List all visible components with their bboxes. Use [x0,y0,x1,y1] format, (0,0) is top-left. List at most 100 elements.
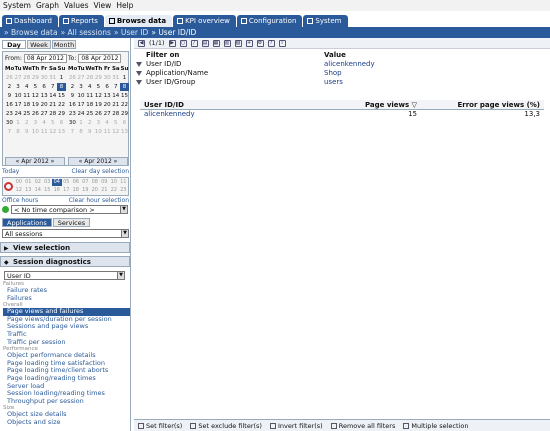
calendar-day[interactable]: 11 [22,92,31,100]
hour-cell[interactable]: 19 [81,187,91,194]
invert-filters-button[interactable]: Invert filter(s) [269,422,323,430]
breadcrumb-browse-data[interactable]: » Browse data [4,28,58,37]
hour-cell[interactable]: 02 [33,179,43,186]
settings-icon[interactable]: ⚙ [256,39,264,47]
tab-week[interactable]: Week [27,40,51,49]
calendar-day[interactable]: 29 [120,110,129,118]
calendar-day[interactable]: 28 [22,74,31,82]
hour-cell[interactable]: 00 [14,179,24,186]
remove-all-filters-button[interactable]: Remove all filters [330,422,395,430]
analysis-item[interactable]: Throughput per session [3,397,130,406]
hour-cell[interactable]: 04 [52,179,62,186]
calendar-day[interactable]: 11 [85,92,94,100]
calendar-day[interactable]: 14 [111,92,120,100]
back-icon[interactable]: ◀ [138,39,145,47]
calendar-day[interactable]: 12 [94,92,103,100]
filter-value[interactable]: alicenkennedy [324,60,550,69]
zoom-icon[interactable]: + [245,39,253,47]
calendar-day[interactable]: 25 [22,110,31,118]
calendar-day[interactable]: 5 [31,83,40,91]
calendar-day[interactable]: 28 [48,110,57,118]
calendar-day[interactable]: 13 [40,92,49,100]
error-page-views-column-header[interactable]: Error page views (%) [419,100,544,109]
tab-services[interactable]: Services [52,218,91,227]
breadcrumb-all-sessions[interactable]: » All sessions [61,28,111,37]
calendar-day[interactable]: 10 [77,92,86,100]
view-selection-header[interactable]: ▶ View selection [0,242,130,253]
calendar-day[interactable]: 4 [85,83,94,91]
calendar-day[interactable]: 4 [103,119,112,127]
hour-cell[interactable]: 14 [33,187,43,194]
calendar-day[interactable]: 6 [120,119,129,127]
calendar-day[interactable]: 2 [85,119,94,127]
calendar-day[interactable]: 6 [57,119,66,127]
calendar-day[interactable]: 26 [94,110,103,118]
info-icon[interactable]: i [278,39,286,47]
calendar-day[interactable]: 31 [111,74,120,82]
hour-cell[interactable]: 16 [52,187,62,194]
hour-cell[interactable]: 18 [71,187,81,194]
calendar-day[interactable]: 26 [5,74,14,82]
layout-icon[interactable]: ▥ [223,39,231,47]
calendar-day[interactable]: 5 [94,83,103,91]
hour-cell[interactable]: 08 [90,179,100,186]
calendar-day[interactable]: 20 [103,101,112,109]
calendar-day[interactable]: 21 [111,101,120,109]
menu-system[interactable]: System [3,1,31,10]
calendar-day[interactable]: 19 [31,101,40,109]
calendar-day[interactable]: 31 [48,74,57,82]
calendar-day[interactable]: 13 [57,128,66,136]
table-icon[interactable]: ▦ [212,39,220,47]
all-sessions-select[interactable]: All sessions ▼ [2,229,129,238]
menu-values[interactable]: Values [64,1,89,10]
calendar-day[interactable]: 30 [5,119,14,127]
hour-cell[interactable]: 11 [119,179,129,186]
calendar-day[interactable]: 8 [77,128,86,136]
to-month-nav[interactable]: « Apr 2012 » [68,157,128,166]
calendar-day[interactable]: 9 [5,92,14,100]
filter-value[interactable]: users [324,78,550,87]
calendar-day[interactable]: 3 [77,83,86,91]
filter-row[interactable]: Application/Name Shop [134,69,550,78]
calendar-day[interactable]: 29 [57,110,66,118]
tab-day[interactable]: Day [2,40,26,49]
menu-graph[interactable]: Graph [36,1,59,10]
record-icon[interactable] [4,182,13,191]
calendar-day[interactable]: 11 [40,128,49,136]
calendar-day[interactable]: 13 [120,128,129,136]
calendar-day[interactable]: 6 [103,83,112,91]
calendar-day[interactable]: 28 [111,110,120,118]
multiple-selection-button[interactable]: Multiple selection [403,422,468,430]
calendar-day[interactable]: 7 [5,128,14,136]
calendar-day[interactable]: 2 [5,83,14,91]
page-views-column-header[interactable]: Page views ▽ [354,100,419,109]
calendar-day[interactable]: 12 [31,92,40,100]
analysis-item[interactable]: Failures [3,294,130,303]
tab-system[interactable]: System [303,15,348,27]
calendar-day[interactable]: 7 [48,83,57,91]
calendar-day[interactable]: 13 [103,92,112,100]
chart-icon[interactable]: ▤ [201,39,209,47]
hour-cell[interactable]: 05 [62,179,72,186]
calendar-day[interactable]: 30 [68,119,77,127]
hour-cell[interactable]: 07 [81,179,91,186]
calendar-day[interactable]: 7 [68,128,77,136]
calendar-day[interactable]: 24 [14,110,23,118]
calendar-day[interactable]: 1 [57,74,66,82]
calendar-day[interactable]: 5 [48,119,57,127]
menu-view[interactable]: View [94,1,112,10]
calendar-day[interactable]: 4 [22,83,31,91]
calendar-day[interactable]: 7 [111,83,120,91]
calendar-day[interactable]: 23 [68,110,77,118]
calendar-day[interactable]: 22 [120,101,129,109]
calendar-day[interactable]: 8 [57,83,66,91]
calendar-day[interactable]: 14 [48,92,57,100]
cell-user-id[interactable]: alicenkennedy [140,110,354,119]
calendar-day[interactable]: 17 [14,101,23,109]
calendar-day[interactable]: 3 [94,119,103,127]
menu-help[interactable]: Help [116,1,133,10]
hour-cell[interactable]: 03 [43,179,53,186]
export-icon[interactable]: ▧ [234,39,242,47]
tab-browse-data[interactable]: Browse data [104,15,173,27]
hour-cell[interactable]: 10 [109,179,119,186]
